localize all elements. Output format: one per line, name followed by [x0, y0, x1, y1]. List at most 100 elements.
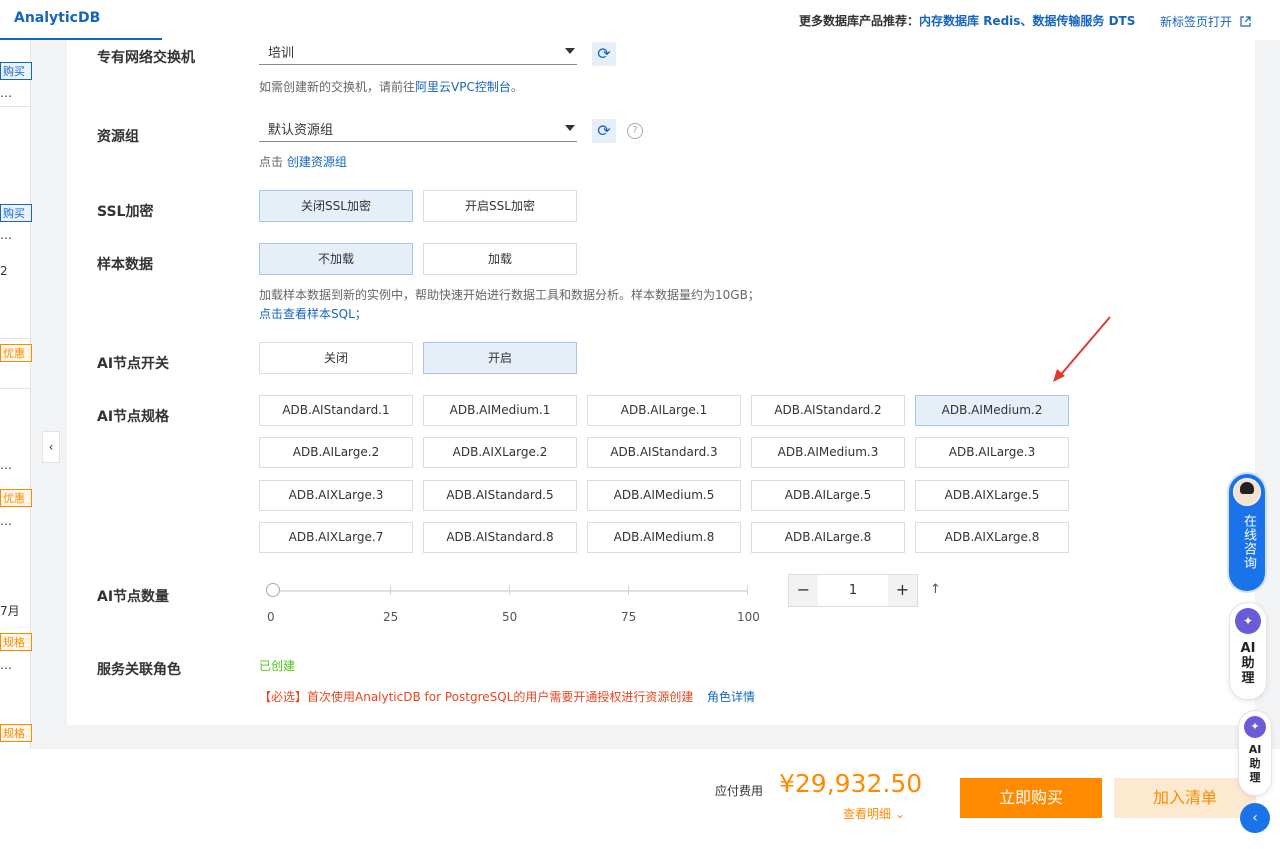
ai-spec-option[interactable]: ADB.AIXLarge.8	[915, 522, 1069, 553]
ai-count-label: AI节点数量	[97, 589, 170, 605]
sample-data-load-option[interactable]: 加载	[423, 243, 577, 275]
ssl-on-option[interactable]: 开启SSL加密	[423, 190, 577, 222]
view-fee-detail-link[interactable]: 查看明细 ⌄	[843, 805, 905, 822]
ai-assistant-label: AI助理	[1248, 743, 1262, 784]
summary-divider	[0, 338, 30, 339]
summary-fragment: 2	[0, 264, 8, 278]
ai-spec-option[interactable]: ADB.AIXLarge.2	[423, 437, 577, 468]
collapse-sidebar-button[interactable]: ‹	[42, 431, 60, 463]
buy-now-button[interactable]: 立即购买	[960, 778, 1102, 818]
sparkle-icon: ✦	[1244, 716, 1266, 738]
ai-spec-option[interactable]: ADB.AIStandard.3	[587, 437, 741, 468]
slider-tick-label: 25	[383, 610, 399, 624]
ai-switch-on-option[interactable]: 开启	[423, 342, 577, 374]
summary-ellipsis: …	[0, 458, 12, 472]
sample-data-no-load-option[interactable]: 不加载	[259, 243, 413, 275]
arrow-up-icon[interactable]: ↑	[930, 582, 941, 597]
decrement-button[interactable]: −	[789, 575, 818, 606]
content-gutter-left	[31, 40, 67, 749]
vswitch-select[interactable]: 培训	[259, 40, 577, 65]
ssl-off-option[interactable]: 关闭SSL加密	[259, 190, 413, 222]
online-consult-widget[interactable]: 在线咨询	[1229, 474, 1265, 591]
slider-tick	[628, 585, 629, 595]
ai-spec-option[interactable]: ADB.AIMedium.5	[587, 480, 741, 511]
open-new-tab-link[interactable]: 新标签页打开	[1160, 13, 1251, 30]
ai-count-input[interactable]: 1	[819, 575, 887, 606]
ai-count-slider-track[interactable]	[273, 590, 748, 592]
ai-spec-option[interactable]: ADB.AIXLarge.7	[259, 522, 413, 553]
ai-spec-option[interactable]: ADB.AILarge.2	[259, 437, 413, 468]
slider-tick	[390, 585, 391, 595]
resource-group-label: 资源组	[97, 129, 139, 145]
ai-spec-option[interactable]: ADB.AILarge.5	[751, 480, 905, 511]
order-summary-panel: 购买 … 购买 … 2 优惠 … 优惠 … 7月 规格 … 规格 …	[0, 40, 32, 837]
resource-group-hint: 点击 创建资源组	[259, 153, 347, 170]
summary-tag: 购买	[0, 204, 32, 222]
sparkle-icon: ✦	[1235, 608, 1261, 634]
ai-spec-option[interactable]: ADB.AIStandard.8	[423, 522, 577, 553]
slider-tick-label: 75	[621, 610, 637, 624]
annotation-arrow-icon	[1053, 316, 1111, 382]
refresh-icon[interactable]: ⟳	[592, 42, 616, 66]
summary-ellipsis: …	[0, 658, 12, 672]
service-role-status: 已创建	[259, 659, 296, 673]
summary-ellipsis: …	[0, 514, 12, 528]
view-sample-sql-link[interactable]: 点击查看样本SQL；	[259, 305, 367, 322]
ai-spec-option[interactable]: ADB.AIMedium.1	[423, 395, 577, 426]
ai-spec-option[interactable]: ADB.AIStandard.1	[259, 395, 413, 426]
resource-group-hint-text: 点击	[259, 155, 287, 169]
vswitch-hint-suffix: 。	[510, 80, 523, 94]
fee-amount: ¥29,932.50	[779, 769, 923, 798]
ai-spec-option[interactable]: ADB.AIMedium.2	[915, 395, 1069, 426]
content-gutter-bottom	[31, 725, 1280, 749]
ai-spec-option[interactable]: ADB.AIXLarge.5	[915, 480, 1069, 511]
caret-down-icon	[565, 48, 575, 54]
ai-spec-option[interactable]: ADB.AIStandard.2	[751, 395, 905, 426]
ai-spec-option[interactable]: ADB.AILarge.3	[915, 437, 1069, 468]
vswitch-value: 培训	[268, 46, 295, 61]
ai-spec-option[interactable]: ADB.AILarge.1	[587, 395, 741, 426]
service-role-notice: 【必选】首次使用AnalyticDB for PostgreSQL的用户需要开通…	[259, 690, 694, 704]
chevron-down-icon: ⌄	[894, 807, 905, 821]
sample-data-hint: 加载样本数据到新的实例中，帮助快速开始进行数据工具和数据分析。样本数据量约为10…	[259, 288, 760, 302]
sample-data-label: 样本数据	[97, 257, 153, 273]
ai-assistant-widget-secondary[interactable]: ✦ AI助理	[1238, 710, 1272, 796]
avatar	[1233, 478, 1261, 506]
ai-assistant-widget[interactable]: ✦ AI助理	[1229, 602, 1267, 700]
summary-fragment: 7月	[0, 604, 20, 618]
vpc-console-link[interactable]: 阿里云VPC控制台	[415, 80, 511, 94]
ai-spec-option[interactable]: ADB.AIMedium.8	[587, 522, 741, 553]
summary-ellipsis: …	[0, 86, 12, 100]
refresh-icon[interactable]: ⟳	[592, 119, 616, 143]
external-link-icon	[1240, 16, 1251, 27]
add-to-list-button[interactable]: 加入清单	[1114, 778, 1256, 818]
online-consult-label: 在线咨询	[1241, 514, 1256, 570]
fee-detail-label: 查看明细	[843, 807, 892, 821]
ai-spec-option[interactable]: ADB.AIXLarge.3	[259, 480, 413, 511]
ai-spec-option[interactable]: ADB.AIStandard.5	[423, 480, 577, 511]
help-icon[interactable]: ?	[627, 123, 643, 139]
summary-tag: 优惠	[0, 489, 32, 507]
role-details-link[interactable]: 角色详情	[707, 688, 755, 705]
ai-switch-label: AI节点开关	[97, 356, 170, 372]
promo-links[interactable]: 内存数据库 Redis、数据传输服务 DTS	[919, 14, 1135, 28]
slider-tick-label: 50	[502, 610, 518, 624]
new-tab-label: 新标签页打开	[1160, 15, 1233, 29]
vswitch-hint: 如需创建新的交换机，请前往阿里云VPC控制台。	[259, 78, 523, 95]
ai-spec-option[interactable]: ADB.AILarge.8	[751, 522, 905, 553]
ai-count-slider-handle[interactable]	[266, 583, 280, 597]
create-resource-group-link[interactable]: 创建资源组	[287, 155, 347, 169]
summary-tag: 规格	[0, 724, 32, 742]
increment-button[interactable]: +	[888, 575, 917, 606]
summary-tag: 优惠	[0, 344, 32, 362]
ai-spec-option[interactable]: ADB.AIMedium.3	[751, 437, 905, 468]
resource-group-select[interactable]: 默认资源组	[259, 117, 577, 142]
collapse-widgets-button[interactable]: ‹	[1240, 803, 1270, 833]
ai-assistant-label: AI助理	[1240, 641, 1256, 686]
ai-switch-off-option[interactable]: 关闭	[259, 342, 413, 374]
product-recommendation: 更多数据库产品推荐：内存数据库 Redis、数据传输服务 DTS	[799, 12, 1135, 29]
vswitch-hint-text: 如需创建新的交换机，请前往	[259, 80, 416, 94]
tab-app-title[interactable]: AnalyticDB PostgreSQL	[0, 0, 162, 62]
ai-spec-label: AI节点规格	[97, 409, 170, 425]
service-role-label: 服务关联角色	[97, 662, 181, 678]
